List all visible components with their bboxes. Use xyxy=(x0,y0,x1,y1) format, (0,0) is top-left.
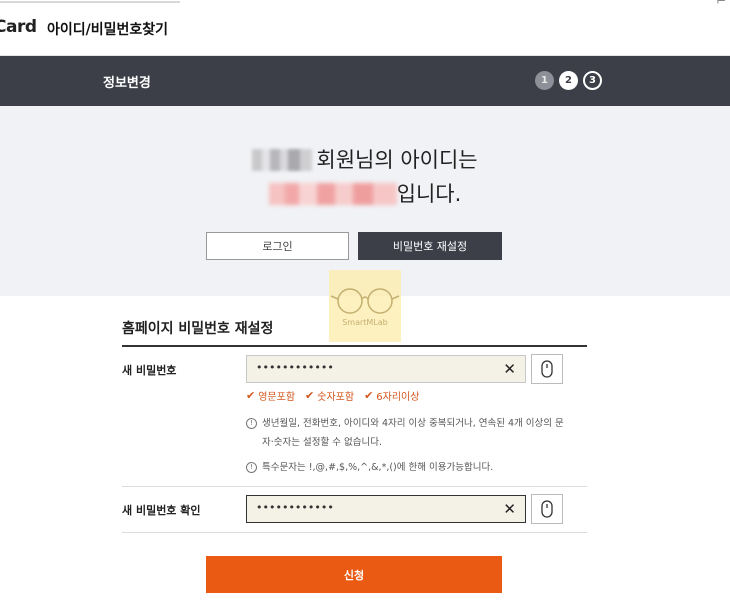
show-password-button[interactable] xyxy=(531,354,563,384)
step-2-active: 2 xyxy=(559,71,578,90)
check-length: ✔ 6자리이상 xyxy=(364,388,419,403)
clear-icon[interactable]: ✕ xyxy=(503,360,516,378)
blurred-user-id xyxy=(268,183,397,205)
form-bottom-divider xyxy=(122,532,587,533)
submit-button[interactable]: 신청 xyxy=(206,556,502,593)
top-strip xyxy=(0,0,200,6)
info-icon: ! xyxy=(246,418,257,429)
top-header: Card 아이디/비밀번호찾기 ⌐ xyxy=(0,0,730,56)
new-password-value: •••••••••••• xyxy=(256,361,334,374)
login-button[interactable]: 로그인 xyxy=(206,232,349,260)
section-divider xyxy=(122,345,587,347)
info-icon: ! xyxy=(246,462,257,473)
step-bar-title: 정보변경 xyxy=(103,76,151,91)
new-password-input[interactable]: •••••••••••• ✕ xyxy=(246,355,526,383)
brand-logo[interactable]: Card xyxy=(0,17,37,37)
watermark-text: SmartMLab xyxy=(342,318,388,327)
id-result-panel: 회원님의 아이디는 입니다. 로그인 비밀번호 재설정 xyxy=(0,106,730,296)
new-password-label: 새 비밀번호 xyxy=(122,364,177,377)
password-rule-checks: ✔ 영문포함 ✔ 숫자포함 ✔ 6자리이상 xyxy=(246,388,419,403)
step-1: 1 xyxy=(535,71,554,90)
watermark: SmartMLab xyxy=(329,270,401,342)
row-divider xyxy=(122,486,587,487)
mouse-icon xyxy=(541,500,553,518)
confirm-password-value: •••••••••••• xyxy=(256,501,334,514)
check-icon: ✔ xyxy=(246,389,256,402)
result-line-2: 입니다. xyxy=(0,178,730,208)
check-icon: ✔ xyxy=(305,389,315,402)
check-label: 6자리이상 xyxy=(376,392,420,403)
result-line-1-text: 회원님의 아이디는 xyxy=(316,148,478,172)
check-label: 숫자포함 xyxy=(317,392,355,403)
confirm-password-label: 새 비밀번호 확인 xyxy=(122,504,201,517)
check-letters: ✔ 영문포함 xyxy=(246,388,295,403)
password-note-1: ! 생년월일, 전화번호, 아이디와 4자리 이상 중복되거나, 연속된 4개 … xyxy=(246,414,566,452)
page-title: 아이디/비밀번호찾기 xyxy=(47,22,169,38)
step-3: 3 xyxy=(583,71,602,90)
mouse-icon xyxy=(541,360,553,378)
note-text: 생년월일, 전화번호, 아이디와 4자리 이상 중복되거나, 연속된 4개 이상… xyxy=(262,418,564,448)
result-line-1: 회원님의 아이디는 xyxy=(0,144,730,174)
blurred-member-name xyxy=(252,149,313,171)
clear-icon[interactable]: ✕ xyxy=(503,500,516,518)
step-indicator: 1 2 3 xyxy=(535,71,602,90)
result-line-2-text: 입니다. xyxy=(396,182,462,206)
note-text: 특수문자는 !,@,#,$,%,^,&,*,()에 한해 이용가능합니다. xyxy=(262,462,494,473)
glasses-icon xyxy=(330,288,400,314)
reset-form-title: 홈페이지 비밀번호 재설정 xyxy=(122,321,274,337)
check-icon: ✔ xyxy=(364,389,374,402)
check-label: 영문포함 xyxy=(258,392,296,403)
check-numbers: ✔ 숫자포함 xyxy=(305,388,354,403)
confirm-password-input[interactable]: •••••••••••• ✕ xyxy=(246,495,526,523)
password-note-2: ! 특수문자는 !,@,#,$,%,^,&,*,()에 한해 이용가능합니다. xyxy=(246,458,576,477)
step-bar: 정보변경 1 2 3 xyxy=(0,56,730,106)
window-mark: ⌐ xyxy=(715,0,726,8)
password-reset-button[interactable]: 비밀번호 재설정 xyxy=(358,232,502,260)
show-confirm-password-button[interactable] xyxy=(531,494,563,524)
